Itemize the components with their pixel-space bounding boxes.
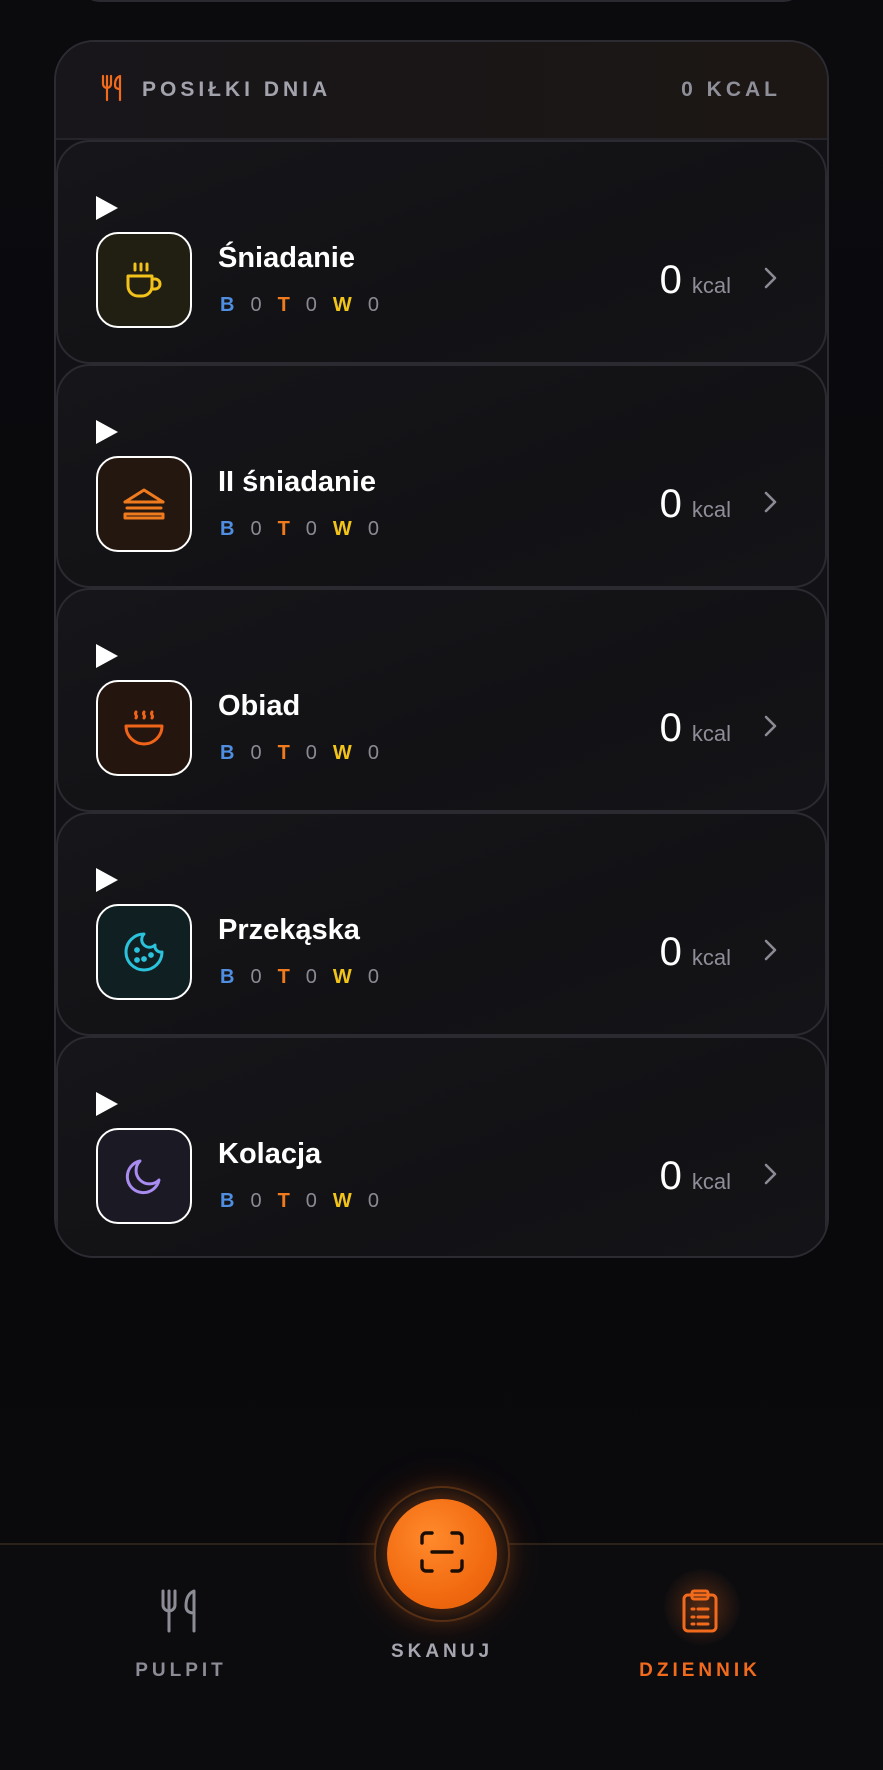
diary-screen: POSIŁKI DNIA 0 KCAL Śniadanie B 0 T 0 W	[0, 0, 883, 1770]
scan-frame-icon	[418, 1529, 466, 1580]
fat-value: 0	[305, 1190, 319, 1212]
meals-total-kcal: 0 KCAL	[681, 78, 781, 101]
play-icon[interactable]	[96, 1092, 118, 1116]
protein-label: B	[220, 518, 237, 540]
meal-row-sniadanie[interactable]: Śniadanie B 0 T 0 W 0 0 kcal	[56, 140, 827, 364]
fat-value: 0	[305, 966, 319, 988]
carbs-value: 0	[367, 294, 381, 316]
meal-kcal: 0 kcal	[660, 482, 731, 527]
kcal-unit: kcal	[691, 273, 731, 298]
meal-name: II śniadanie	[218, 466, 376, 498]
kcal-unit: kcal	[691, 497, 731, 522]
meal-row-ii-sniadanie[interactable]: II śniadanie B 0 T 0 W 0 0 kcal	[56, 364, 827, 588]
protein-label: B	[220, 1190, 237, 1212]
cookie-icon	[96, 904, 192, 1000]
meal-macros: B 0 T 0 W 0	[220, 294, 381, 317]
protein-value: 0	[250, 518, 264, 540]
nav-label: PULPIT	[135, 1660, 227, 1681]
nav-item-dziennik[interactable]: DZIENNIK	[630, 1569, 770, 1682]
nav-item-pulpit[interactable]: PULPIT	[120, 1587, 242, 1682]
previous-card-edge	[78, 0, 805, 2]
protein-value: 0	[250, 966, 264, 988]
moon-icon	[96, 1128, 192, 1224]
carbs-label: W	[332, 742, 354, 764]
carbs-value: 0	[367, 1190, 381, 1212]
kcal-value: 0	[659, 258, 682, 302]
protein-value: 0	[250, 1190, 264, 1212]
carbs-label: W	[332, 1190, 354, 1212]
meal-kcal: 0 kcal	[660, 706, 731, 751]
meal-kcal: 0 kcal	[660, 1154, 731, 1199]
scan-button-ring	[374, 1486, 510, 1622]
carbs-label: W	[332, 518, 354, 540]
fat-label: T	[277, 294, 292, 316]
kcal-unit: kcal	[691, 1169, 731, 1194]
carbs-value: 0	[367, 966, 381, 988]
fat-value: 0	[305, 294, 319, 316]
meal-kcal: 0 kcal	[660, 258, 731, 303]
meal-macros: B 0 T 0 W 0	[220, 966, 381, 989]
play-icon[interactable]	[96, 868, 118, 892]
soup-bowl-icon	[96, 680, 192, 776]
fork-knife-icon	[158, 1589, 204, 1639]
chevron-right-icon[interactable]	[763, 490, 779, 519]
meal-row-kolacja[interactable]: Kolacja B 0 T 0 W 0 0 kcal	[56, 1036, 827, 1256]
scan-button[interactable]	[387, 1499, 497, 1609]
kcal-unit: kcal	[691, 721, 731, 746]
meal-name: Obiad	[218, 690, 301, 722]
fat-value: 0	[305, 518, 319, 540]
play-icon[interactable]	[96, 196, 118, 220]
meal-macros: B 0 T 0 W 0	[220, 1190, 381, 1213]
meal-row-obiad[interactable]: Obiad B 0 T 0 W 0 0 kcal	[56, 588, 827, 812]
meal-macros: B 0 T 0 W 0	[220, 742, 381, 765]
kcal-value: 0	[659, 482, 682, 526]
meal-row-przekaska[interactable]: Przekąska B 0 T 0 W 0 0 kcal	[56, 812, 827, 1036]
protein-label: B	[220, 966, 237, 988]
kcal-value: 0	[659, 1154, 682, 1198]
carbs-label: W	[332, 294, 354, 316]
play-icon[interactable]	[96, 644, 118, 668]
carbs-value: 0	[367, 518, 381, 540]
fat-value: 0	[305, 742, 319, 764]
scan-label[interactable]: SKANUJ	[380, 1641, 504, 1663]
meal-name: Śniadanie	[218, 242, 355, 274]
fat-label: T	[277, 966, 292, 988]
meals-card: POSIŁKI DNIA 0 KCAL Śniadanie B 0 T 0 W	[54, 40, 829, 1258]
protein-value: 0	[250, 294, 264, 316]
chevron-right-icon[interactable]	[763, 1162, 779, 1191]
fat-label: T	[277, 742, 292, 764]
coffee-cup-icon	[96, 232, 192, 328]
chevron-right-icon[interactable]	[763, 938, 779, 967]
fork-knife-icon	[100, 74, 126, 107]
carbs-label: W	[332, 966, 354, 988]
meals-section-title: POSIŁKI DNIA	[142, 78, 332, 101]
meals-header: POSIŁKI DNIA 0 KCAL	[56, 42, 827, 140]
meal-name: Kolacja	[218, 1138, 322, 1170]
meal-name: Przekąska	[218, 914, 360, 946]
nav-label: DZIENNIK	[639, 1660, 761, 1681]
kcal-unit: kcal	[691, 945, 731, 970]
meal-kcal: 0 kcal	[660, 930, 731, 975]
fat-label: T	[277, 1190, 292, 1212]
play-icon[interactable]	[96, 420, 118, 444]
chevron-right-icon[interactable]	[763, 266, 779, 295]
chevron-right-icon[interactable]	[763, 714, 779, 743]
protein-label: B	[220, 742, 237, 764]
meal-macros: B 0 T 0 W 0	[220, 518, 381, 541]
kcal-value: 0	[659, 706, 682, 750]
kcal-value: 0	[659, 930, 682, 974]
fat-label: T	[277, 518, 292, 540]
clipboard-icon	[678, 1589, 722, 1639]
sandwich-icon	[96, 456, 192, 552]
protein-value: 0	[250, 742, 264, 764]
carbs-value: 0	[367, 742, 381, 764]
protein-label: B	[220, 294, 237, 316]
